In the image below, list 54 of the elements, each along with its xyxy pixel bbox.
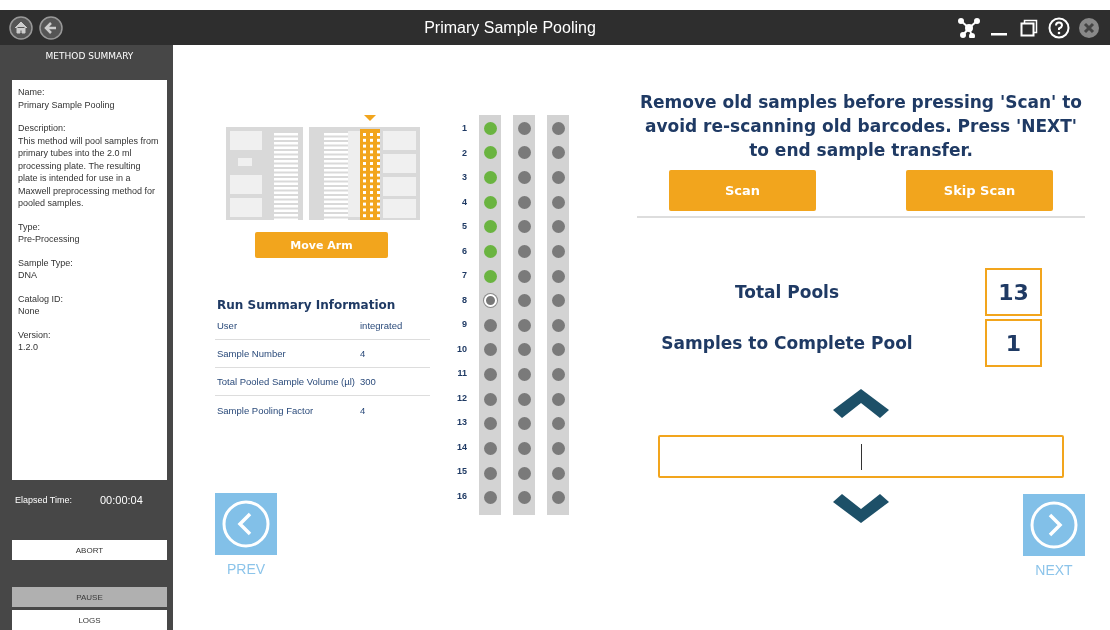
detail-value: None (18, 305, 41, 318)
summary-value: 300 (360, 376, 376, 387)
row-number: 2 (462, 147, 467, 160)
row-number: 10 (457, 343, 467, 356)
detail-label: Description: (18, 122, 67, 135)
detail-label: Type: (18, 220, 41, 233)
row-number: 14 (457, 441, 467, 454)
detail-value: DNA (18, 269, 38, 282)
detail-value: 1.2.0 (18, 341, 40, 354)
row-number: 3 (462, 172, 467, 184)
summary-label: User (216, 320, 239, 331)
row-number: 15 (457, 466, 467, 478)
row-number: 4 (462, 196, 467, 209)
row-number: 7 (462, 270, 467, 282)
summary-label: Total Pooled Sample Volume (µl) (216, 376, 356, 387)
row-number: 9 (462, 319, 467, 331)
row-number: 5 (462, 221, 467, 233)
elapsed-time-label: Elapsed Time: (15, 495, 74, 505)
row-number: 11 (457, 368, 467, 380)
detail-label: Version: (18, 328, 52, 341)
window-title: Primary Sample Pooling (423, 18, 597, 37)
prev-label: PREV (226, 561, 266, 577)
row-number: 13 (457, 417, 467, 429)
next-label: NEXT (1035, 562, 1073, 578)
detail-label: Catalog ID: (18, 292, 65, 305)
detail-value: This method will pool samples from primary tubes into the 2.0 ml processing plate. The resulting plate is intended for use in a Maxwell preprocessing method for pooled samples. (18, 134, 160, 210)
sidebar-button[interactable]: LOGS (12, 610, 167, 630)
row-number: 1 (462, 123, 467, 135)
detail-value: Pre-Processing (18, 233, 81, 246)
sidebar-button[interactable]: ABORT (12, 540, 167, 560)
barcode-input-field[interactable] (658, 435, 1064, 478)
back-arrow-icon[interactable] (38, 14, 64, 41)
summary-value: 4 (360, 348, 366, 359)
row-number: 12 (457, 392, 467, 405)
row-number: 16 (457, 490, 467, 503)
run-summary-title: Run Summary Information (216, 298, 397, 312)
summary-value: integrated (360, 320, 403, 331)
counter-value: 13 (985, 268, 1042, 316)
home-icon[interactable] (8, 14, 34, 41)
counter-label: Total Pools (733, 282, 841, 302)
elapsed-time-value: 00:00:04 (100, 494, 143, 506)
up-chevron-icon[interactable] (833, 389, 889, 419)
summary-value: 4 (360, 404, 366, 416)
row-number: 6 (462, 245, 467, 258)
summary-label: Sample Pooling Factor (216, 404, 315, 416)
counter-label: Samples to Complete Pool (660, 333, 914, 353)
summary-label: Sample Number (216, 348, 287, 359)
sidebar-header: METHOD SUMMARY (44, 50, 135, 63)
row-number: 8 (462, 294, 467, 307)
instruction-text: Remove old samples before pressing 'Scan' to avoid re-scanning old barcodes. Press 'NEXT' to end sample transfer. (639, 91, 1083, 162)
detail-label: Name: (18, 86, 46, 99)
counter-value: 1 (985, 319, 1042, 367)
detail-label: Sample Type: (18, 256, 74, 269)
detail-value: Primary Sample Pooling (18, 98, 116, 111)
